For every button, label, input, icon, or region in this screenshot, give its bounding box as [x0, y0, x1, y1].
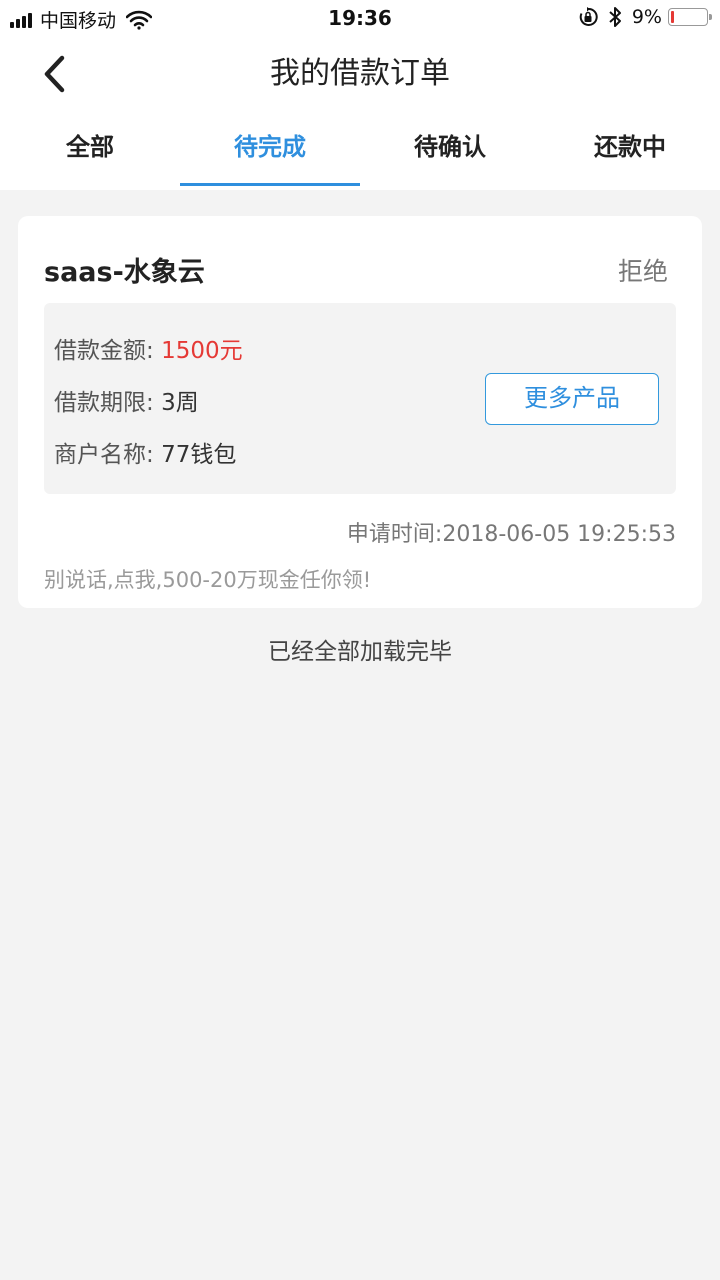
more-products-button[interactable]: 更多产品 — [485, 373, 659, 425]
tab-label: 还款中 — [594, 133, 666, 161]
loan-term-label: 借款期限: — [54, 390, 154, 416]
battery-percent: 9% — [631, 6, 662, 28]
tab-bar: 全部 待完成 待确认 还款中 — [0, 120, 720, 190]
header: 中国移动 19:36 9% 我的借款订单 全部 待完成 待确认 还款中 — [0, 0, 720, 190]
loan-amount-value: 1500元 — [161, 338, 243, 364]
tab-label: 全部 — [66, 133, 114, 161]
tab-pending-completion[interactable]: 待完成 — [180, 120, 360, 190]
tab-all[interactable]: 全部 — [0, 120, 180, 190]
back-button[interactable] — [30, 52, 78, 96]
status-bar: 中国移动 19:36 9% — [0, 0, 720, 36]
load-complete-message: 已经全部加载完毕 — [268, 639, 452, 665]
tab-label: 待完成 — [234, 133, 306, 161]
battery-cap — [709, 14, 712, 20]
page-title: 我的借款订单 — [270, 56, 450, 91]
chevron-left-icon — [44, 55, 65, 93]
merchant-value: 77钱包 — [161, 442, 237, 468]
active-tab-indicator — [180, 183, 360, 186]
apply-time: 申请时间:2018-06-05 19:25:53 — [346, 522, 676, 547]
bluetooth-icon — [609, 7, 621, 27]
tab-pending-confirmation[interactable]: 待确认 — [360, 120, 540, 190]
battery-fill — [671, 11, 674, 23]
merchant-row: 商户名称: 77钱包 — [54, 435, 236, 469]
tab-label: 待确认 — [414, 133, 486, 161]
loan-term-row: 借款期限: 3周 — [54, 383, 199, 417]
order-info-box: 借款金额: 1500元 借款期限: 3周 商户名称: 77钱包 更多产品 — [44, 303, 676, 494]
status-right: 9% — [578, 6, 712, 28]
loan-amount-row: 借款金额: 1500元 — [54, 331, 243, 365]
merchant-label: 商户名称: — [54, 442, 154, 468]
rotation-lock-icon — [579, 7, 598, 26]
order-status: 拒绝 — [617, 257, 668, 286]
loan-order-card[interactable]: saas-水象云 拒绝 借款金额: 1500元 借款期限: 3周 商户名称: 7… — [18, 216, 702, 608]
loan-amount-label: 借款金额: — [54, 338, 154, 364]
tab-repaying[interactable]: 还款中 — [540, 120, 720, 190]
battery-icon — [668, 8, 712, 26]
product-name: saas-水象云 — [44, 257, 205, 288]
promo-link[interactable]: 别说话,点我,500-20万现金任你领! — [44, 564, 371, 594]
loan-term-value: 3周 — [161, 390, 199, 416]
